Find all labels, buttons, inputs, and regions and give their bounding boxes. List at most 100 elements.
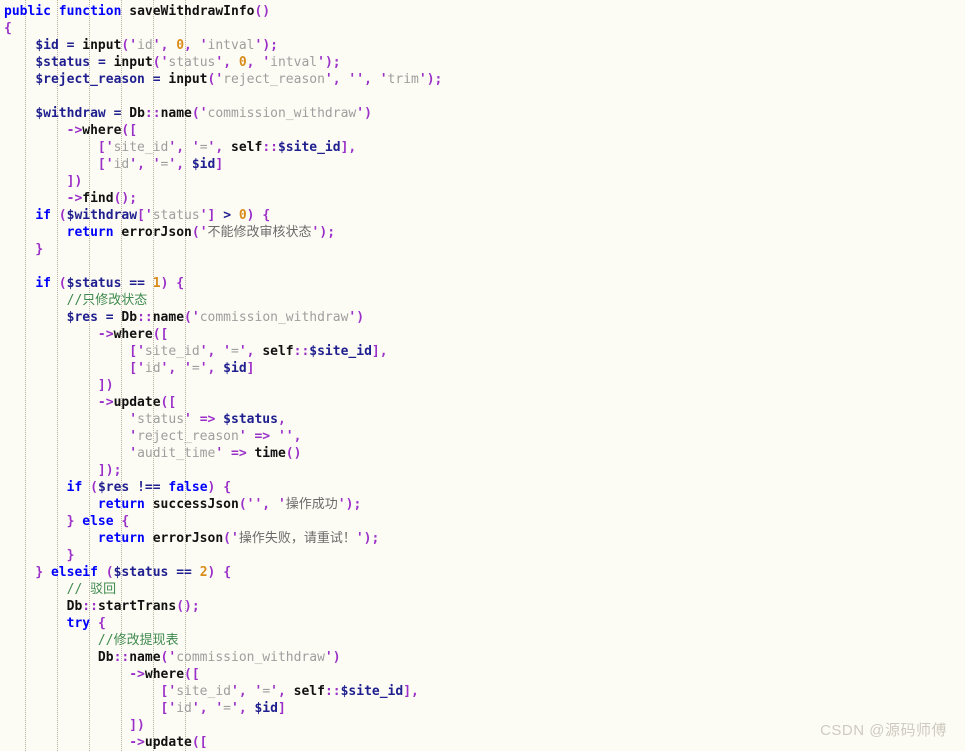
- code-line[interactable]: ->where([: [0, 666, 965, 683]
- code-token: reject_reason: [223, 72, 325, 87]
- code-token: =: [152, 72, 161, 87]
- code-line[interactable]: ->where([: [0, 326, 965, 343]
- code-token: 0: [238, 208, 247, 223]
- code-token: ->: [66, 191, 83, 206]
- code-token: site_id: [144, 344, 200, 359]
- code-line[interactable]: ]);: [0, 462, 965, 479]
- code-line[interactable]: }: [0, 547, 965, 564]
- code-token: ::: [137, 310, 153, 325]
- code-line[interactable]: ]): [0, 377, 965, 394]
- code-line[interactable]: //只修改状态: [0, 292, 965, 309]
- code-token: ]: [215, 157, 224, 172]
- code-line[interactable]: if ($withdraw['status'] > 0) {: [0, 207, 965, 224]
- code-token: 0: [176, 38, 185, 53]
- code-token: ,: [293, 429, 302, 444]
- code-token: ': [129, 412, 138, 427]
- code-line[interactable]: Db::name('commission_withdraw'): [0, 649, 965, 666]
- code-line[interactable]: ->find();: [0, 190, 965, 207]
- code-line[interactable]: Db::startTrans();: [0, 598, 965, 615]
- code-token: =>: [199, 412, 216, 427]
- code-token: ': [231, 531, 239, 546]
- code-editor-viewport[interactable]: public function saveWithdrawInfo(){ $id …: [0, 0, 965, 751]
- code-token: ();: [176, 599, 200, 614]
- code-line[interactable]: $res = Db::name('commission_withdraw'): [0, 309, 965, 326]
- code-token: try: [66, 616, 91, 631]
- code-token: ,: [238, 701, 255, 716]
- code-token: ': [215, 701, 224, 716]
- code-line[interactable]: public function saveWithdrawInfo(): [0, 3, 965, 20]
- code-line[interactable]: if ($status == 1) {: [0, 275, 965, 292]
- code-line[interactable]: 'status' => $status,: [0, 411, 965, 428]
- code-token: ,: [223, 55, 239, 70]
- code-token: ,: [184, 38, 200, 53]
- code-line[interactable]: }: [0, 241, 965, 258]
- code-line[interactable]: ]): [0, 173, 965, 190]
- code-line[interactable]: return successJson('', '操作成功');: [0, 496, 965, 513]
- code-line[interactable]: 'audit_time' => time(): [0, 445, 965, 462]
- code-line[interactable]: ['id', '=', $id]: [0, 360, 965, 377]
- code-token: name: [129, 650, 161, 665]
- code-line[interactable]: $status = input('status', 0, 'intval');: [0, 54, 965, 71]
- code-token: ': [270, 684, 278, 699]
- code-token: (: [238, 497, 247, 512]
- code-token: ,: [262, 497, 278, 512]
- code-token: ): [207, 565, 224, 580]
- code-line[interactable]: return errorJson('操作失败，请重试！');: [0, 530, 965, 547]
- code-token: site_id: [113, 140, 169, 155]
- code-line[interactable]: return errorJson('不能修改审核状态');: [0, 224, 965, 241]
- code-line[interactable]: $reject_reason = input('reject_reason', …: [0, 71, 965, 88]
- code-token: =: [199, 140, 208, 155]
- code-token: ([: [184, 667, 200, 682]
- code-token: $status: [223, 412, 278, 427]
- code-token: ::: [293, 344, 310, 359]
- code-token: $id: [191, 157, 216, 172]
- code-line[interactable]: ['id', '=', $id]: [0, 700, 965, 717]
- code-token: );: [426, 72, 443, 87]
- code-token: ->: [97, 395, 114, 410]
- code-token: ::: [113, 650, 130, 665]
- code-token: =>: [231, 446, 247, 461]
- code-line[interactable]: //修改提现表: [0, 632, 965, 649]
- code-line[interactable]: ['site_id', '=', self::$site_id],: [0, 343, 965, 360]
- code-line[interactable]: try {: [0, 615, 965, 632]
- code-token: );: [324, 55, 341, 70]
- code-line[interactable]: } else {: [0, 513, 965, 530]
- code-line[interactable]: // 驳回: [0, 581, 965, 598]
- code-line[interactable]: $withdraw = Db::name('commission_withdra…: [0, 105, 965, 122]
- code-line[interactable]: [0, 88, 965, 105]
- code-token: ': [199, 208, 208, 223]
- code-token: !==: [137, 480, 161, 495]
- code-line[interactable]: ['site_id', '=', self::$site_id],: [0, 139, 965, 156]
- code-token: (: [105, 565, 114, 580]
- code-token: ,: [215, 140, 231, 155]
- code-line[interactable]: } elseif ($status == 2) {: [0, 564, 965, 581]
- code-line[interactable]: $id = input('id', 0, 'intval');: [0, 37, 965, 54]
- code-line[interactable]: 'reject_reason' => '',: [0, 428, 965, 445]
- code-token: );: [363, 531, 380, 546]
- code-content[interactable]: public function saveWithdrawInfo(){ $id …: [0, 0, 965, 751]
- code-line[interactable]: ['site_id', '=', self::$site_id],: [0, 683, 965, 700]
- code-token: $site_id: [277, 140, 341, 155]
- code-line[interactable]: [0, 258, 965, 275]
- code-token: ': [184, 412, 192, 427]
- code-line[interactable]: ->where([: [0, 122, 965, 139]
- code-token: ': [277, 497, 286, 512]
- code-line[interactable]: {: [0, 20, 965, 37]
- code-token: 1: [152, 276, 161, 291]
- code-token: intval: [207, 38, 255, 53]
- code-line[interactable]: ->update([: [0, 394, 965, 411]
- code-line[interactable]: if ($res !== false) {: [0, 479, 965, 496]
- code-token: ==: [176, 565, 192, 580]
- code-token: ': [355, 531, 364, 546]
- code-token: ': [191, 701, 200, 716]
- code-line[interactable]: ['id', '=', $id]: [0, 156, 965, 173]
